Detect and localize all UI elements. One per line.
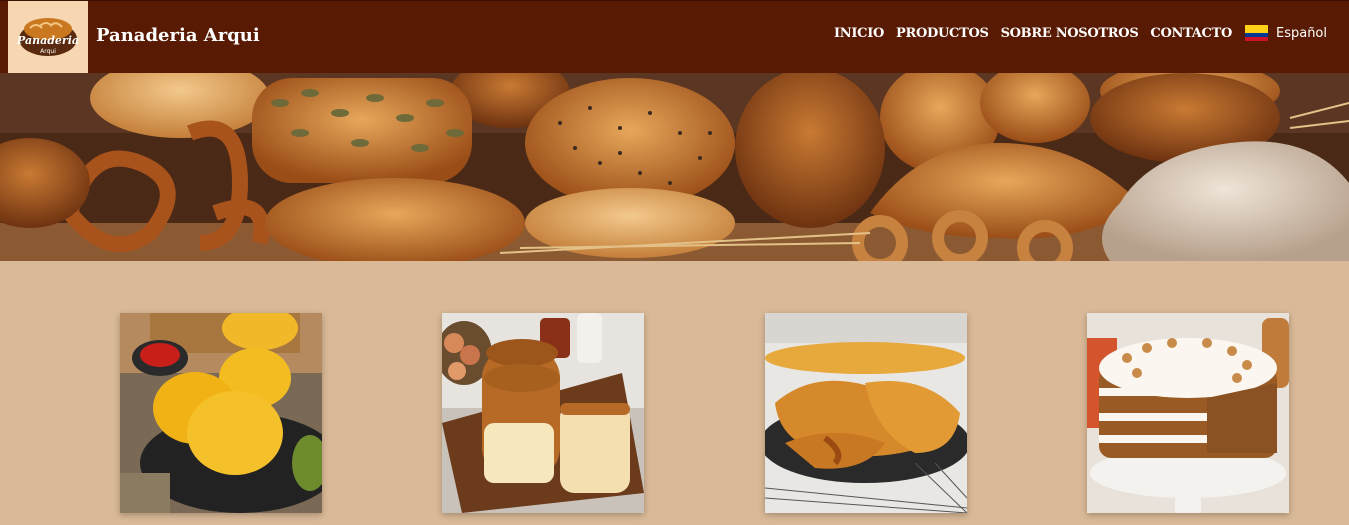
colombia-flag-icon <box>1244 25 1268 41</box>
nav-link-inicio[interactable]: INICIO <box>834 26 884 41</box>
product-card-torta-zanahoria[interactable] <box>1087 313 1289 513</box>
language-label: Español <box>1275 25 1327 41</box>
hero-banner <box>0 73 1349 261</box>
carrot-cake-photo <box>1087 313 1289 513</box>
product-card-hojaldre[interactable] <box>765 313 967 513</box>
product-card-pan-brioche[interactable] <box>442 313 644 513</box>
brand-name[interactable]: Panaderia Arqui <box>96 25 260 46</box>
nav-link-contacto[interactable]: CONTACTO <box>1150 26 1232 41</box>
brioche-photo <box>442 313 644 513</box>
logo-text: Panaderia <box>16 34 79 47</box>
navbar: Panaderia Arqui Panaderia Arqui INICIO P… <box>0 0 1349 73</box>
logo[interactable]: Panaderia Arqui <box>8 1 88 73</box>
language-selector[interactable]: Español <box>1244 25 1327 41</box>
product-card-arepas[interactable] <box>120 313 322 513</box>
logo-subtext: Arqui <box>40 48 56 55</box>
main-nav: INICIO PRODUCTOS SOBRE NOSOTROS CONTACTO… <box>834 25 1327 41</box>
nav-link-productos[interactable]: PRODUCTOS <box>896 26 989 41</box>
assorted-breads-banner-image <box>0 73 1349 261</box>
bread-logo-icon: Panaderia Arqui <box>16 18 79 56</box>
arepas-photo <box>120 313 322 513</box>
nav-link-sobre-nosotros[interactable]: SOBRE NOSOTROS <box>1001 26 1139 41</box>
hojaldre-photo <box>765 313 967 513</box>
